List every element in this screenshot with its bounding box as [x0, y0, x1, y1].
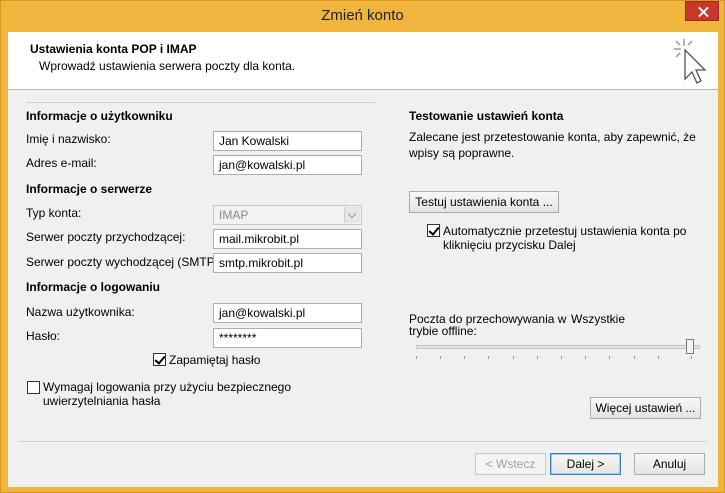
left-separator [26, 102, 375, 103]
slider-tick [634, 356, 635, 359]
server-info-heading: Informacje o serwerze [26, 182, 153, 196]
cancel-button[interactable]: Anuluj [634, 453, 705, 475]
remember-password-label[interactable]: Zapamiętaj hasło [169, 353, 260, 367]
username-input[interactable]: jan@kowalski.pl [213, 303, 362, 323]
auto-test-label-line1[interactable]: Automatycznie przetestuj ustawienia kont… [443, 224, 686, 238]
outgoing-server-label: Serwer poczty wychodzącej (SMTP): [26, 255, 223, 269]
account-type-select: IMAP [213, 205, 362, 225]
email-label: Adres e-mail: [26, 156, 97, 170]
slider-tick [585, 356, 586, 359]
bottom-separator [19, 441, 707, 442]
slider-tick [488, 356, 489, 359]
back-button[interactable]: < Wstecz [475, 453, 546, 475]
offline-slider-track[interactable] [416, 345, 700, 349]
dialog-window: Zmień konto Ustawienia konta POP i IMAP … [0, 0, 725, 493]
spa-checkbox[interactable] [27, 381, 40, 394]
outgoing-server-input[interactable]: smtp.mikrobit.pl [213, 253, 362, 273]
title-bar: Zmień konto [1, 1, 724, 32]
header-subtitle: Wprowadź ustawienia serwera poczty dla k… [39, 59, 296, 73]
wizard-header: Ustawienia konta POP i IMAP Wprowadź ust… [8, 32, 718, 90]
username-label: Nazwa użytkownika: [26, 305, 135, 319]
slider-tick [416, 356, 417, 359]
slider-tick [609, 356, 610, 359]
slider-tick [537, 356, 538, 359]
incoming-server-label: Serwer poczty przychodzącej: [26, 230, 186, 244]
account-type-label: Typ konta: [26, 206, 82, 220]
test-section-heading: Testowanie ustawień konta [409, 109, 564, 123]
dialog-client-area: Ustawienia konta POP i IMAP Wprowadź ust… [8, 32, 718, 487]
test-description-line1: Zalecane jest przetestowanie konta, aby … [409, 130, 696, 144]
wizard-cursor-icon [674, 39, 707, 84]
window-title: Zmień konto [321, 7, 404, 24]
name-label: Imię i nazwisko: [26, 132, 111, 146]
auto-test-label-line2[interactable]: kliknięciu przycisku Dalej [443, 238, 576, 252]
chevron-down-icon [344, 207, 360, 223]
spa-label-line2[interactable]: uwierzytelniania hasła [43, 394, 160, 408]
offline-label-line2: trybie offline: [409, 324, 477, 338]
slider-tick [513, 356, 514, 359]
header-title: Ustawienia konta POP i IMAP [30, 42, 197, 56]
auto-test-checkbox[interactable] [427, 224, 440, 237]
login-info-heading: Informacje o logowaniu [26, 280, 161, 294]
incoming-server-input[interactable]: mail.mikrobit.pl [213, 229, 362, 249]
slider-tick [658, 356, 659, 359]
spa-label-line1[interactable]: Wymagaj logowania przy użyciu bezpieczne… [43, 380, 291, 394]
test-description-line2: wpisy są poprawne. [409, 146, 515, 160]
slider-tick [691, 356, 692, 359]
test-account-button[interactable]: Testuj ustawienia konta ... [409, 191, 559, 213]
account-type-value: IMAP [219, 208, 249, 222]
slider-tick [464, 356, 465, 359]
more-settings-button[interactable]: Więcej ustawień ... [590, 397, 701, 419]
slider-tick [440, 356, 441, 359]
offline-slider-thumb[interactable] [686, 339, 694, 354]
offline-value: Wszystkie [571, 312, 625, 326]
email-input[interactable]: jan@kowalski.pl [213, 155, 362, 175]
name-input[interactable]: Jan Kowalski [213, 131, 362, 151]
password-input[interactable]: ******** [213, 328, 362, 348]
slider-tick [561, 356, 562, 359]
password-label: Hasło: [26, 329, 61, 343]
close-button[interactable] [685, 1, 719, 21]
remember-password-checkbox[interactable] [153, 353, 166, 366]
next-button[interactable]: Dalej > [550, 453, 621, 475]
user-info-heading: Informacje o użytkowniku [26, 109, 173, 123]
